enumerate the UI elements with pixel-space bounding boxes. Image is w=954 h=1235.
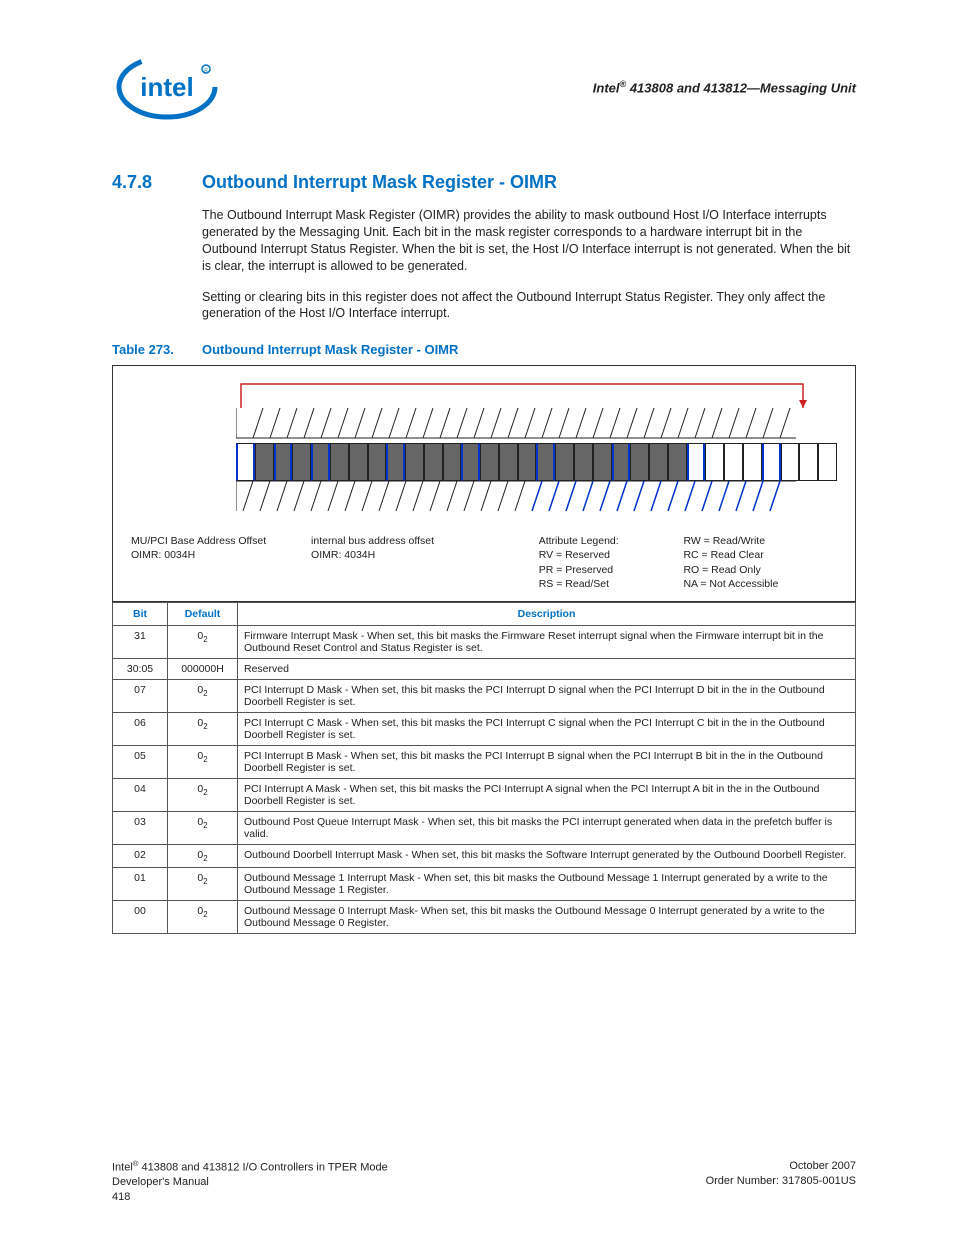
register-bit-table: Bit Default Description 3102Firmware Int… bbox=[112, 602, 856, 934]
page-header-text: Intel® 413808 and 413812—Messaging Unit bbox=[593, 79, 856, 95]
default-cell: 02 bbox=[168, 679, 238, 712]
section-title: Outbound Interrupt Mask Register - OIMR bbox=[202, 172, 557, 193]
bit-ticks-top-icon bbox=[236, 408, 816, 440]
svg-text:R: R bbox=[204, 68, 208, 74]
bitfield-diagram-box: MU/PCI Base Address Offset OIMR: 0034H i… bbox=[112, 365, 856, 602]
paragraph-1: The Outbound Interrupt Mask Register (OI… bbox=[202, 207, 856, 275]
default-cell: 02 bbox=[168, 778, 238, 811]
table-row: 0402PCI Interrupt A Mask - When set, thi… bbox=[113, 778, 856, 811]
bit-cell: 00 bbox=[113, 901, 168, 934]
description-cell: Outbound Post Queue Interrupt Mask - Whe… bbox=[238, 811, 856, 844]
bit-cell: 03 bbox=[113, 811, 168, 844]
table-row: 0702PCI Interrupt D Mask - When set, thi… bbox=[113, 679, 856, 712]
default-cell: 000000H bbox=[168, 658, 238, 679]
bit-cell: 04 bbox=[113, 778, 168, 811]
bit-cell: 02 bbox=[113, 844, 168, 867]
bit-cell: 30:05 bbox=[113, 658, 168, 679]
bitfield-cells bbox=[236, 443, 837, 481]
table-row: 0302Outbound Post Queue Interrupt Mask -… bbox=[113, 811, 856, 844]
description-cell: PCI Interrupt D Mask - When set, this bi… bbox=[238, 679, 856, 712]
default-cell: 02 bbox=[168, 811, 238, 844]
table-caption-number: Table 273. bbox=[112, 342, 202, 357]
table-row: 3102Firmware Interrupt Mask - When set, … bbox=[113, 625, 856, 658]
bit-cell: 05 bbox=[113, 745, 168, 778]
svg-text:intel: intel bbox=[140, 72, 193, 102]
table-row: 0202Outbound Doorbell Interrupt Mask - W… bbox=[113, 844, 856, 867]
table-row: 30:05000000HReserved bbox=[113, 658, 856, 679]
attribute-legend-left: Attribute Legend: RV = Reserved PR = Pre… bbox=[539, 534, 654, 591]
description-cell: Outbound Message 0 Interrupt Mask- When … bbox=[238, 901, 856, 934]
bit-ticks-bottom-icon bbox=[236, 481, 816, 513]
description-cell: Outbound Message 1 Interrupt Mask - When… bbox=[238, 868, 856, 901]
default-cell: 02 bbox=[168, 625, 238, 658]
default-cell: 02 bbox=[168, 868, 238, 901]
default-cell: 02 bbox=[168, 844, 238, 867]
attribute-legend-right: RW = Read/Write RC = Read Clear RO = Rea… bbox=[683, 534, 807, 591]
mupci-offset: MU/PCI Base Address Offset OIMR: 0034H bbox=[131, 534, 281, 591]
section-number: 4.7.8 bbox=[112, 172, 202, 193]
description-cell: PCI Interrupt B Mask - When set, this bi… bbox=[238, 745, 856, 778]
footer-right: October 2007 Order Number: 317805-001US bbox=[706, 1159, 856, 1205]
paragraph-2: Setting or clearing bits in this registe… bbox=[202, 289, 856, 323]
table-header-default: Default bbox=[168, 602, 238, 625]
description-cell: Reserved bbox=[238, 658, 856, 679]
internal-offset: internal bus address offset OIMR: 4034H bbox=[311, 534, 479, 591]
table-row: 0502PCI Interrupt B Mask - When set, thi… bbox=[113, 745, 856, 778]
bit-cell: 07 bbox=[113, 679, 168, 712]
default-cell: 02 bbox=[168, 712, 238, 745]
description-cell: Outbound Doorbell Interrupt Mask - When … bbox=[238, 844, 856, 867]
description-cell: PCI Interrupt C Mask - When set, this bi… bbox=[238, 712, 856, 745]
table-row: 0602PCI Interrupt C Mask - When set, thi… bbox=[113, 712, 856, 745]
footer-left: Intel® 413808 and 413812 I/O Controllers… bbox=[112, 1159, 388, 1205]
table-header-bit: Bit bbox=[113, 602, 168, 625]
table-header-description: Description bbox=[238, 602, 856, 625]
default-cell: 02 bbox=[168, 901, 238, 934]
default-cell: 02 bbox=[168, 745, 238, 778]
bit-cell: 01 bbox=[113, 868, 168, 901]
bit-cell: 06 bbox=[113, 712, 168, 745]
bracket-top-icon bbox=[131, 378, 831, 410]
intel-logo: intel R bbox=[112, 50, 222, 124]
bit-cell: 31 bbox=[113, 625, 168, 658]
table-caption-title: Outbound Interrupt Mask Register - OIMR bbox=[202, 342, 458, 357]
description-cell: Firmware Interrupt Mask - When set, this… bbox=[238, 625, 856, 658]
description-cell: PCI Interrupt A Mask - When set, this bi… bbox=[238, 778, 856, 811]
table-row: 0102Outbound Message 1 Interrupt Mask - … bbox=[113, 868, 856, 901]
table-row: 0002Outbound Message 0 Interrupt Mask- W… bbox=[113, 901, 856, 934]
